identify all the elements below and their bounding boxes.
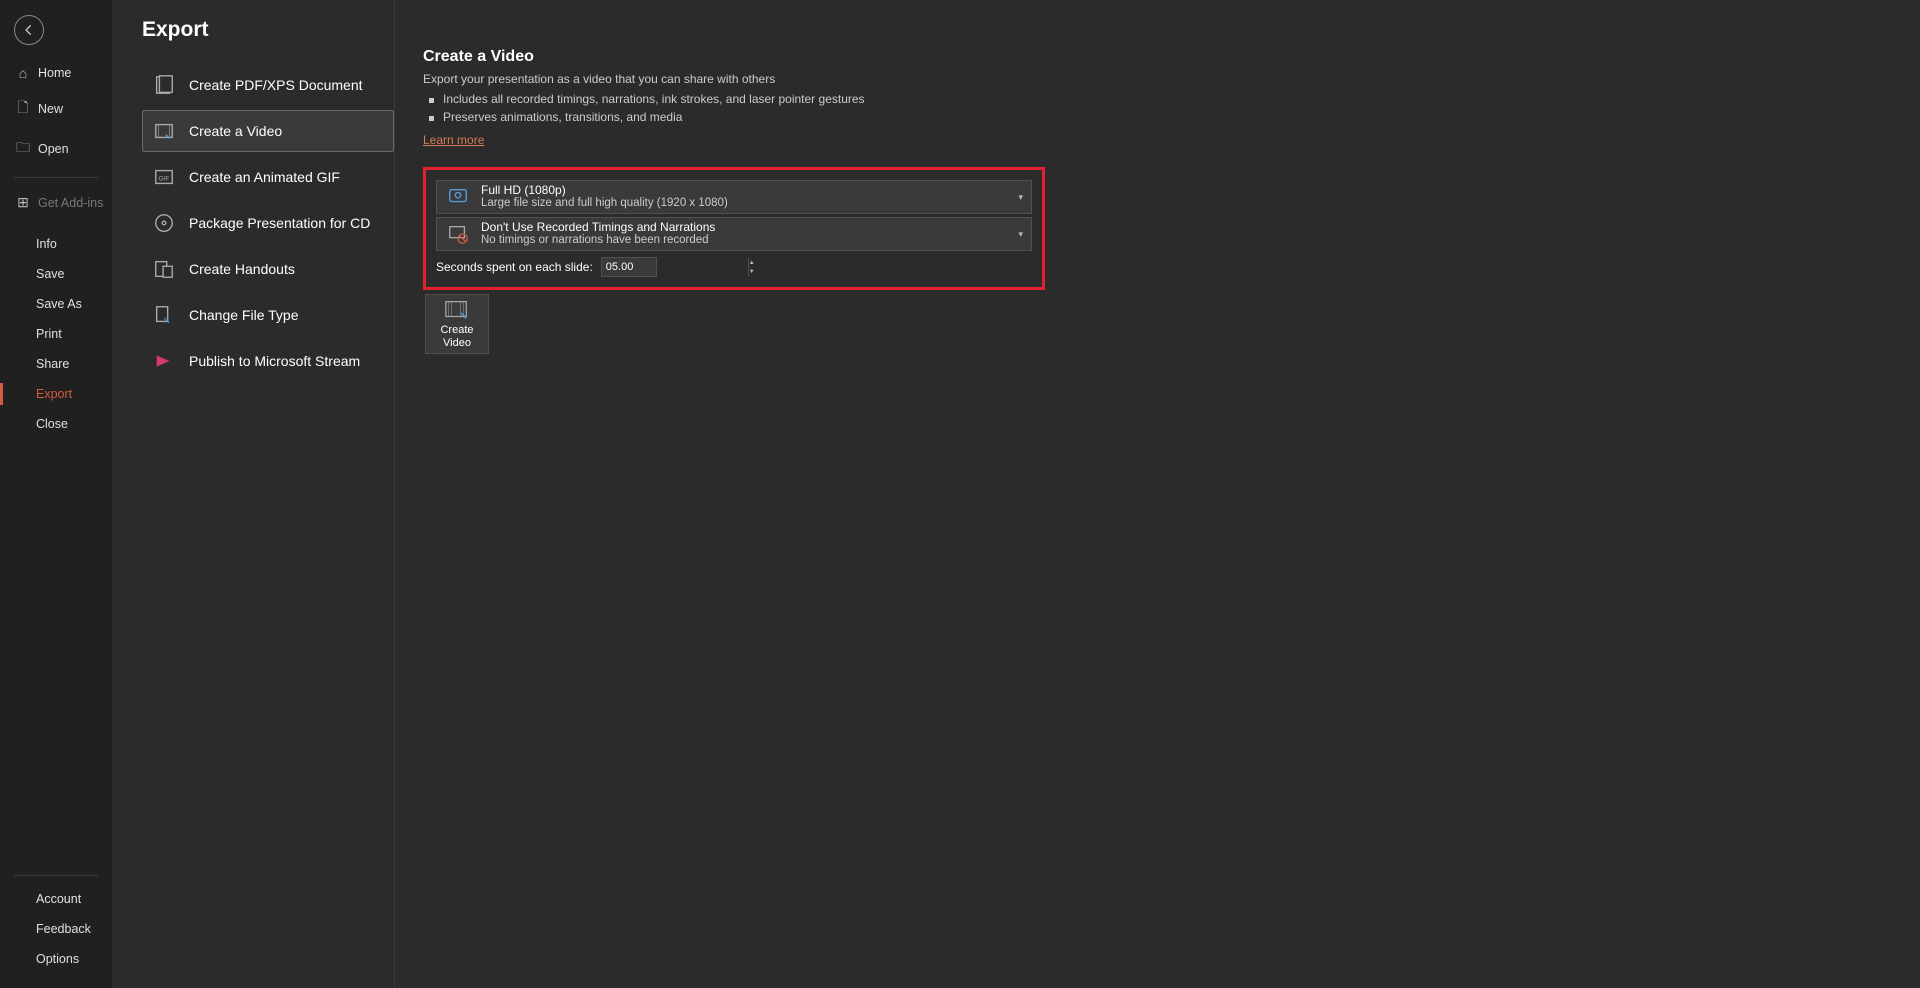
sidebar-label-save-as: Save As xyxy=(36,297,82,311)
seconds-row: Seconds spent on each slide: ▲ ▼ xyxy=(436,257,1032,277)
timings-icon xyxy=(445,223,471,245)
sidebar-item-share[interactable]: Share xyxy=(0,349,112,379)
sidebar-label-options: Options xyxy=(36,952,79,966)
export-option-label: Create an Animated GIF xyxy=(189,169,340,185)
export-option-handouts[interactable]: Create Handouts xyxy=(142,248,394,290)
sidebar-label-open: Open xyxy=(38,142,69,156)
spinner-up[interactable]: ▲ xyxy=(749,258,755,267)
timings-desc: No timings or narrations have been recor… xyxy=(481,234,715,248)
addins-icon: ⊞ xyxy=(14,194,32,211)
spinner-down[interactable]: ▼ xyxy=(749,267,755,276)
seconds-input[interactable] xyxy=(602,258,748,276)
sidebar-label-save: Save xyxy=(36,267,65,281)
export-option-filetype[interactable]: Change File Type xyxy=(142,294,394,336)
detail-subtitle: Export your presentation as a video that… xyxy=(423,72,1920,86)
arrow-left-icon xyxy=(22,23,36,37)
export-options-panel: Export Create PDF/XPS Document Create a … xyxy=(112,0,394,988)
seconds-label: Seconds spent on each slide: xyxy=(436,260,593,274)
export-option-cd[interactable]: Package Presentation for CD xyxy=(142,202,394,244)
sidebar-item-home[interactable]: ⌂ Home xyxy=(0,57,112,89)
pdf-icon xyxy=(149,74,179,96)
sidebar-label-close: Close xyxy=(36,417,68,431)
monitor-icon xyxy=(445,186,471,208)
sidebar-label-new: New xyxy=(38,102,63,116)
handouts-icon xyxy=(149,258,179,280)
detail-bullet: Includes all recorded timings, narration… xyxy=(443,90,1920,108)
sidebar-label-export: Export xyxy=(36,387,72,401)
sidebar-label-home: Home xyxy=(38,66,71,80)
sidebar-item-info[interactable]: Info xyxy=(0,229,112,259)
folder-icon: 🗀 xyxy=(14,137,32,161)
back-button[interactable] xyxy=(14,15,44,45)
timings-title: Don't Use Recorded Timings and Narration… xyxy=(481,220,715,234)
quality-title: Full HD (1080p) xyxy=(481,183,728,197)
export-option-label: Publish to Microsoft Stream xyxy=(189,353,360,369)
create-video-icon xyxy=(444,299,470,321)
chevron-down-icon: ▾ xyxy=(1018,229,1023,240)
quality-desc: Large file size and full high quality (1… xyxy=(481,197,728,211)
sidebar-label-share: Share xyxy=(36,357,69,371)
highlighted-settings-box: Full HD (1080p) Large file size and full… xyxy=(423,167,1045,290)
sidebar-label-addins: Get Add-ins xyxy=(38,196,103,210)
page-title: Export xyxy=(142,18,394,42)
sidebar-item-account[interactable]: Account xyxy=(0,884,112,914)
sidebar-item-save-as[interactable]: Save As xyxy=(0,289,112,319)
sidebar-item-options[interactable]: Options xyxy=(0,944,112,974)
cd-icon xyxy=(149,212,179,234)
sidebar-label-info: Info xyxy=(36,237,57,251)
export-option-pdf[interactable]: Create PDF/XPS Document xyxy=(142,64,394,106)
export-detail-panel: Create a Video Export your presentation … xyxy=(394,0,1920,988)
export-option-label: Create Handouts xyxy=(189,261,295,277)
chevron-down-icon: ▾ xyxy=(1018,192,1023,203)
sidebar-item-save[interactable]: Save xyxy=(0,259,112,289)
file-icon: 🗋 xyxy=(14,97,32,121)
export-option-label: Create PDF/XPS Document xyxy=(189,77,363,93)
quality-dropdown[interactable]: Full HD (1080p) Large file size and full… xyxy=(436,180,1032,214)
learn-more-link[interactable]: Learn more xyxy=(423,133,484,147)
seconds-spinner[interactable]: ▲ ▼ xyxy=(601,257,657,277)
export-option-label: Package Presentation for CD xyxy=(189,215,370,231)
sidebar-item-print[interactable]: Print xyxy=(0,319,112,349)
video-icon xyxy=(149,120,179,142)
export-option-gif[interactable]: GIF Create an Animated GIF xyxy=(142,156,394,198)
filetype-icon xyxy=(149,304,179,326)
create-video-label: CreateVideo xyxy=(440,324,473,348)
sidebar-label-account: Account xyxy=(36,892,81,906)
export-option-label: Change File Type xyxy=(189,307,298,323)
sidebar-item-close[interactable]: Close xyxy=(0,409,112,439)
svg-text:GIF: GIF xyxy=(159,176,170,183)
timings-dropdown[interactable]: Don't Use Recorded Timings and Narration… xyxy=(436,217,1032,251)
sidebar-item-get-addins[interactable]: ⊞ Get Add-ins xyxy=(0,186,112,219)
export-option-video[interactable]: Create a Video xyxy=(142,110,394,152)
sidebar: ⌂ Home 🗋 New 🗀 Open ⊞ Get Add-ins Info S… xyxy=(0,0,112,988)
export-option-stream[interactable]: Publish to Microsoft Stream xyxy=(142,340,394,382)
sidebar-item-new[interactable]: 🗋 New xyxy=(0,89,112,129)
sidebar-label-feedback: Feedback xyxy=(36,922,91,936)
export-option-label: Create a Video xyxy=(189,123,282,139)
sidebar-item-export[interactable]: Export xyxy=(0,379,112,409)
detail-bullet: Preserves animations, transitions, and m… xyxy=(443,108,1920,126)
sidebar-item-feedback[interactable]: Feedback xyxy=(0,914,112,944)
detail-heading: Create a Video xyxy=(423,48,1920,66)
create-video-button[interactable]: CreateVideo xyxy=(425,294,489,354)
stream-icon xyxy=(149,350,179,372)
sidebar-label-print: Print xyxy=(36,327,62,341)
sidebar-item-open[interactable]: 🗀 Open xyxy=(0,129,112,169)
gif-icon: GIF xyxy=(149,166,179,188)
home-icon: ⌂ xyxy=(14,65,32,81)
